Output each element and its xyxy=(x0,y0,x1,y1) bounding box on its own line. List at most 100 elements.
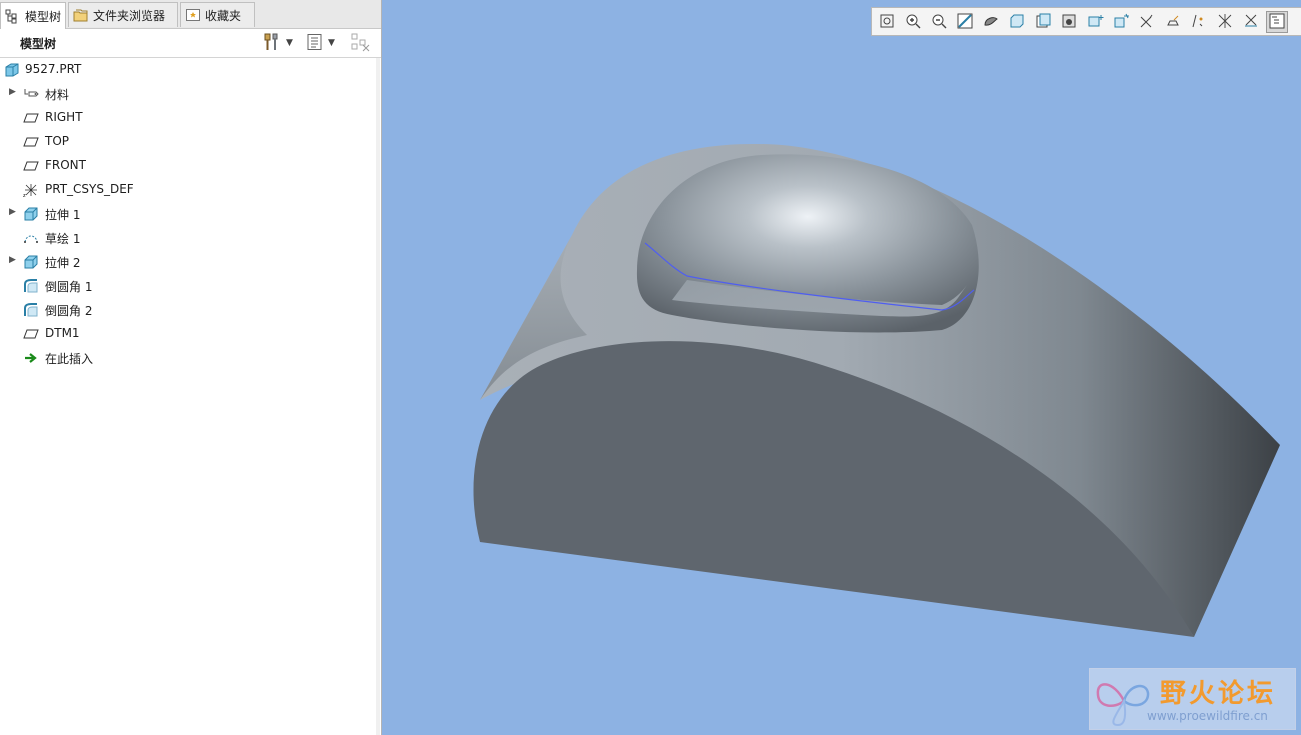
refit-button[interactable] xyxy=(876,11,898,33)
extrude-icon xyxy=(23,254,39,270)
tree-item[interactable]: ▶ 拉伸 2 xyxy=(0,250,381,274)
display-style-button[interactable] xyxy=(980,11,1002,33)
folder-browser-icon xyxy=(73,7,89,23)
plane-display-icon xyxy=(1138,12,1156,33)
repaint-button[interactable] xyxy=(954,11,976,33)
tab-label: 收藏夹 xyxy=(205,8,242,23)
tab-folder-browser[interactable]: 文件夹浏览器 xyxy=(68,2,178,27)
panel-splitter[interactable] xyxy=(376,58,380,735)
part-icon xyxy=(4,62,20,78)
expand-arrow-icon[interactable]: ▶ xyxy=(9,255,17,265)
tree-item[interactable]: 倒圆角 2 xyxy=(0,298,381,322)
expand-arrow-icon[interactable]: ▶ xyxy=(9,207,17,217)
tree-item-label: 草绘 1 xyxy=(45,232,81,246)
favorites-icon xyxy=(185,7,201,23)
watermark-url: www.proewildfire.cn xyxy=(1147,709,1268,723)
tree-item-label: 在此插入 xyxy=(45,352,94,366)
tree-item[interactable]: 在此插入 xyxy=(0,346,381,370)
graphics-window[interactable]: 野火论坛 www.proewildfire.cn xyxy=(382,0,1301,735)
tree-item[interactable]: TOP xyxy=(0,130,381,154)
point-display-button[interactable] xyxy=(1188,11,1210,33)
view-manager-icon xyxy=(1034,12,1052,33)
spin-center-button[interactable] xyxy=(1084,11,1106,33)
model-tree-toggle-icon xyxy=(1268,12,1286,33)
material-icon xyxy=(23,86,39,102)
csys-display-button[interactable] xyxy=(1214,11,1236,33)
tree-item-label: TOP xyxy=(45,134,70,148)
model-tree-header: 模型树 ▼ ▼ xyxy=(0,29,381,58)
tree-item[interactable]: RIGHT xyxy=(0,106,381,130)
insert-here-icon xyxy=(23,350,39,366)
view-manager-button[interactable] xyxy=(1032,11,1054,33)
tree-item[interactable]: 倒圆角 1 xyxy=(0,274,381,298)
list-icon xyxy=(306,33,324,54)
saved-orientations-icon xyxy=(1008,12,1026,33)
tab-favorites[interactable]: 收藏夹 xyxy=(180,2,255,27)
tree-item[interactable]: ▶ 拉伸 1 xyxy=(0,202,381,226)
annotation-display-button[interactable] xyxy=(1110,11,1132,33)
round-icon xyxy=(23,278,39,294)
watermark-title: 野火论坛 xyxy=(1160,679,1277,709)
show-menu-button[interactable]: ▼ xyxy=(306,33,335,53)
tree-item[interactable]: FRONT xyxy=(0,154,381,178)
tree-item[interactable]: DTM1 xyxy=(0,322,381,346)
axis-display-button[interactable] xyxy=(1162,11,1184,33)
tree-item-label: 倒圆角 1 xyxy=(45,280,93,294)
settings-menu-button[interactable]: ▼ xyxy=(262,33,293,53)
tree-item[interactable]: z PRT_CSYS_DEF xyxy=(0,178,381,202)
tab-label: 模型树 xyxy=(25,9,62,24)
repaint-icon xyxy=(956,12,974,33)
sketch-icon xyxy=(23,230,39,246)
round-icon xyxy=(23,302,39,318)
tree-item-label: DTM1 xyxy=(45,326,80,340)
tree-item-label: 9527.PRT xyxy=(25,62,82,76)
zoom-out-button[interactable] xyxy=(928,11,950,33)
tree-item-label: 材料 xyxy=(45,88,70,102)
filter-button[interactable] xyxy=(350,33,372,53)
part-model-3d[interactable] xyxy=(382,0,1301,735)
spin-center-icon xyxy=(1086,12,1104,33)
tree-item-label: 拉伸 2 xyxy=(45,256,81,270)
tree-item-label: 倒圆角 2 xyxy=(45,304,93,318)
show-all-button[interactable] xyxy=(1240,11,1262,33)
model-tree-icon xyxy=(5,8,21,24)
tree-item-label: PRT_CSYS_DEF xyxy=(45,182,134,196)
model-tree-panel: 模型树 文件夹浏览器 收藏夹 模型树 ▼ ▼ 9527.PRT ▶ 材料 RIG… xyxy=(0,0,382,735)
plane-display-button[interactable] xyxy=(1136,11,1158,33)
chevron-down-icon: ▼ xyxy=(328,38,335,48)
butterfly-logo-icon xyxy=(1096,683,1150,727)
tree-item-label: 拉伸 1 xyxy=(45,208,81,222)
zoom-in-button[interactable] xyxy=(902,11,924,33)
tab-label: 文件夹浏览器 xyxy=(93,8,166,23)
navigator-tab-bar: 模型树 文件夹浏览器 收藏夹 xyxy=(0,0,381,29)
tab-model-tree[interactable]: 模型树 xyxy=(0,2,66,29)
datum-plane-icon xyxy=(23,134,39,150)
display-style-icon xyxy=(982,12,1000,33)
zoom-out-icon xyxy=(930,12,948,33)
perspective-button[interactable] xyxy=(1058,11,1080,33)
panel-title: 模型树 xyxy=(20,37,57,51)
csys-icon: z xyxy=(23,182,39,198)
refit-icon xyxy=(878,12,896,33)
svg-text:z: z xyxy=(23,193,26,198)
tree-item[interactable]: 草绘 1 xyxy=(0,226,381,250)
extrude-icon xyxy=(23,206,39,222)
forum-watermark: 野火论坛 www.proewildfire.cn xyxy=(1089,668,1296,730)
saved-orientations-button[interactable] xyxy=(1006,11,1028,33)
zoom-in-icon xyxy=(904,12,922,33)
chevron-down-icon: ▼ xyxy=(286,38,293,48)
expand-arrow-icon[interactable]: ▶ xyxy=(9,87,17,97)
model-tree-toggle-button[interactable] xyxy=(1266,11,1288,33)
annotation-display-icon xyxy=(1112,12,1130,33)
tree-item-label: RIGHT xyxy=(45,110,83,124)
show-all-icon xyxy=(1242,12,1260,33)
csys-display-icon xyxy=(1216,12,1234,33)
tree-item[interactable]: ▶ 材料 xyxy=(0,82,381,106)
perspective-icon xyxy=(1060,12,1078,33)
datum-plane-icon xyxy=(23,110,39,126)
filter-icon xyxy=(350,32,372,55)
datum-plane-icon xyxy=(23,158,39,174)
tree-root-item[interactable]: 9527.PRT xyxy=(0,58,381,82)
tools-icon xyxy=(262,32,282,55)
datum-plane-icon xyxy=(23,326,39,342)
